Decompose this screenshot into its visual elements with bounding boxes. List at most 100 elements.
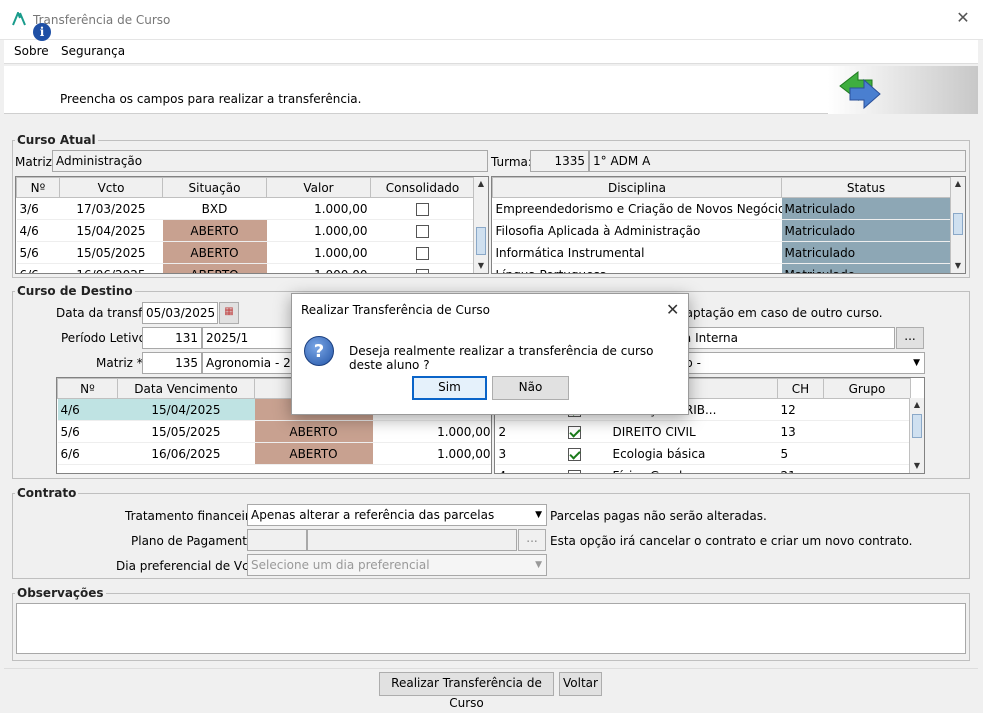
disciplinas-destino-scrollbar[interactable]: ▲ ▼ — [909, 398, 924, 473]
cell-valor: 1.000,00 — [372, 442, 491, 465]
matriz-destino-code[interactable]: 135 — [142, 352, 202, 374]
cell-status: Matriculado — [781, 241, 951, 264]
scroll-down-icon[interactable]: ▼ — [474, 259, 488, 273]
banner-text: Preencha os campos para realizar a trans… — [60, 92, 362, 106]
cell-valor: 1.000,00 — [266, 197, 371, 220]
table-row[interactable]: Informática Instrumental Matriculado — [492, 241, 951, 264]
turma-atual-label: Turma: — [491, 155, 532, 169]
observacoes-textarea[interactable] — [16, 603, 966, 654]
col-header[interactable]: Grupo — [823, 378, 911, 399]
cell-n: 4/6 — [57, 398, 118, 421]
menu-bar: Sobre Segurança — [4, 40, 978, 64]
table-row[interactable]: Filosofia Aplicada à Administração Matri… — [492, 219, 951, 242]
plano-code[interactable] — [247, 529, 307, 551]
matriz-destino-label: Matriz *: — [96, 356, 147, 370]
parcelas-atual-scrollbar[interactable]: ▲ ▼ — [473, 177, 488, 273]
cell-situacao: ABERTO — [162, 241, 267, 264]
voltar-button[interactable]: Voltar — [559, 672, 602, 696]
scroll-down-icon[interactable]: ▼ — [910, 459, 924, 473]
menu-sobre[interactable]: Sobre — [14, 44, 49, 58]
table-row[interactable]: 4/6 15/04/2025 ABERTO 1.000,00 — [16, 219, 475, 242]
table-row[interactable]: 3 Ecologia básica 5 — [495, 442, 911, 465]
cell-ch: 5 — [777, 442, 824, 465]
table-row[interactable]: Língua Portuguesa Matriculado — [492, 263, 951, 273]
cell-n: 3/6 — [16, 197, 60, 220]
periodo-letivo-value: 2025/1 — [202, 327, 292, 349]
chevron-down-icon: ▼ — [913, 358, 920, 368]
origem-lookup-button[interactable]: ... — [896, 327, 924, 349]
table-row[interactable]: 2 DIREITO CIVIL 13 — [495, 420, 911, 443]
cell-disciplina: DIREITO CIVIL — [609, 420, 778, 443]
col-header[interactable]: Data Vencimento — [117, 378, 255, 399]
confirm-dialog: Realizar Transferência de Curso ✕ ? Dese… — [291, 293, 689, 415]
data-transf-input[interactable]: 05/03/2025 — [142, 302, 218, 324]
table-row[interactable]: 6/6 16/06/2025 ABERTO 1.000,00 — [16, 263, 475, 273]
table-row[interactable]: Empreendedorismo e Criação de Novos Negó… — [492, 197, 951, 220]
tratamento-hint: Parcelas pagas não serão alteradas. — [550, 509, 767, 523]
origem-field[interactable]: cia Interna — [670, 327, 895, 349]
plano-name — [307, 529, 517, 551]
scroll-up-icon[interactable]: ▲ — [951, 177, 965, 191]
table-row[interactable]: 4 Física Geral 21 — [495, 464, 911, 473]
cell-valor: 1.000,00 — [266, 263, 371, 273]
dialog-no-button[interactable]: Não — [492, 376, 569, 400]
transfer-arrows-icon — [839, 70, 881, 110]
col-header[interactable]: Nº — [16, 177, 60, 198]
scroll-down-icon[interactable]: ▼ — [951, 259, 965, 273]
cell-situacao: ABERTO — [162, 219, 267, 242]
table-row[interactable]: 6/6 16/06/2025 ABERTO 1.000,00 — [57, 442, 491, 465]
cell-vcto: 15/04/2025 — [59, 219, 163, 242]
consolidado-checkbox[interactable] — [416, 224, 429, 238]
cell-n: 3 — [495, 442, 540, 465]
scroll-thumb[interactable] — [476, 227, 486, 255]
cell-n: 6/6 — [57, 442, 118, 465]
cell-situacao: BXD — [162, 197, 267, 220]
disciplinas-atual-grid[interactable]: Disciplina Status Empreendedorismo e Cri… — [491, 176, 966, 274]
scroll-up-icon[interactable]: ▲ — [910, 398, 924, 412]
cell-n: 5/6 — [57, 420, 118, 443]
realizar-transferencia-button[interactable]: Realizar Transferência de Curso — [379, 672, 554, 710]
consolidado-checkbox[interactable] — [416, 268, 429, 273]
parcelas-atual-grid[interactable]: Nº Vcto Situação Valor Consolidado 3/6 1… — [15, 176, 489, 274]
cell-ch: 13 — [777, 420, 824, 443]
table-row[interactable]: 5/6 15/05/2025 ABERTO 1.000,00 — [16, 241, 475, 264]
col-header[interactable]: Status — [781, 177, 951, 198]
cell-status: Matriculado — [781, 219, 951, 242]
col-header[interactable]: Situação — [162, 177, 267, 198]
turma-destino-select[interactable]: o p - ▼ — [670, 352, 925, 374]
col-header[interactable]: Vcto — [59, 177, 163, 198]
disciplinas-atual-scrollbar[interactable]: ▲ ▼ — [950, 177, 965, 273]
col-header[interactable]: Valor — [266, 177, 371, 198]
table-row[interactable]: 5/6 15/05/2025 ABERTO 1.000,00 — [57, 420, 491, 443]
dialog-yes-button[interactable]: Sim — [412, 376, 487, 400]
tratamento-select[interactable]: Apenas alterar a referência das parcelas… — [247, 504, 547, 526]
table-row[interactable]: 3/6 17/03/2025 BXD 1.000,00 — [16, 197, 475, 220]
scroll-up-icon[interactable]: ▲ — [474, 177, 488, 191]
col-header[interactable]: Nº — [57, 378, 118, 399]
disciplina-checkbox[interactable] — [568, 469, 581, 473]
col-header[interactable]: CH — [777, 378, 824, 399]
cell-vcto: 16/06/2025 — [117, 442, 255, 465]
consolidado-checkbox[interactable] — [416, 246, 429, 260]
consolidado-checkbox[interactable] — [416, 202, 429, 216]
window-close-icon[interactable]: ✕ — [955, 10, 971, 26]
window-title-bar: Transferência de Curso ✕ — [0, 0, 983, 40]
tratamento-value: Apenas alterar a referência das parcelas — [251, 508, 495, 522]
cell-valor: 1.000,00 — [266, 219, 371, 242]
disciplina-checkbox[interactable] — [568, 425, 581, 439]
menu-seguranca[interactable]: Segurança — [61, 44, 125, 58]
col-header[interactable]: Consolidado — [370, 177, 475, 198]
cell-disciplina: Língua Portuguesa — [492, 263, 782, 273]
cell-valor: 1.000,00 — [372, 420, 491, 443]
plano-lookup-button[interactable]: ... — [518, 529, 546, 551]
captacao-text: captação em caso de outro curso. — [679, 306, 883, 320]
scroll-thumb[interactable] — [953, 213, 963, 235]
dialog-close-icon[interactable]: ✕ — [666, 300, 679, 319]
disciplina-checkbox[interactable] — [568, 447, 581, 461]
cell-disciplina: Empreendedorismo e Criação de Novos Negó… — [492, 197, 782, 220]
scroll-thumb[interactable] — [912, 414, 922, 438]
col-header[interactable]: Disciplina — [492, 177, 782, 198]
calendar-icon[interactable]: ▦ — [219, 302, 239, 324]
periodo-letivo-code[interactable]: 131 — [142, 327, 202, 349]
dia-preferencial-select[interactable]: Selecione um dia preferencial ▼ — [247, 554, 547, 576]
